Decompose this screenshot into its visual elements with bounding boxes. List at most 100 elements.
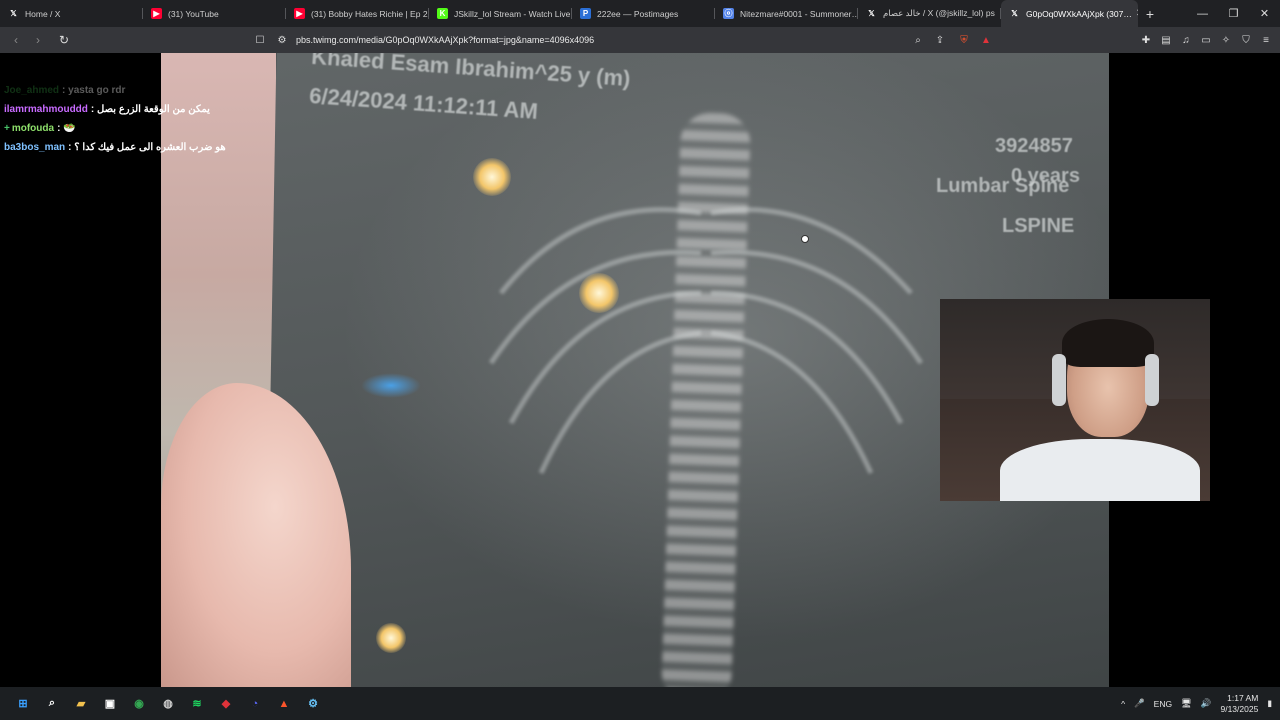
wallet-icon[interactable]: ▭ [1198,32,1214,48]
chat-username[interactable]: ilamrmahmouddd [4,104,88,115]
clock-date: 9/13/2025 [1220,703,1259,714]
chat-text: yasta go rdr [68,85,126,96]
brave-rewards-icon[interactable]: ▲ [978,32,994,48]
browser-tab[interactable]: K JSkillz_lol Stream - Watch Live… [429,0,572,27]
steam-icon[interactable]: ⚙ [302,693,324,715]
kick-icon: K [437,8,448,19]
new-tab-button[interactable]: + [1138,0,1162,27]
x-logo-icon: 𝕏 [10,9,17,18]
opgg-icon: ⓞ [723,8,734,19]
streamer-webcam [940,299,1210,501]
browser-tab[interactable]: 𝕏 Home / X [0,0,143,27]
film-code: LSPINE [1002,215,1075,237]
file-explorer-icon[interactable]: ▰ [70,693,92,715]
brave-shields-icon[interactable]: ⛨ [956,32,972,48]
app-red-icon[interactable]: ◆ [215,693,237,715]
headphone-right [1145,354,1159,406]
menu-icon[interactable]: ≡ [1258,32,1274,48]
start-icon[interactable]: ⊞ [12,693,34,715]
share-icon[interactable]: ⇪ [932,32,948,48]
browser-tab[interactable]: P 222ee — Postimages [572,0,715,27]
volume-icon[interactable]: 🔊 [1201,698,1212,709]
taskbar: ⊞ ⌕ ▰ ▣ ◉ ◍ ≋ ◆ ◔ ▲ ⚙ [0,687,1280,720]
toolbar-right: ✚ ▤ ♫ ▭ ✧ ⛉ ≡ [1138,32,1274,48]
youtube-icon: ▶ [294,8,305,19]
arrow-left-icon: ‹ [14,33,18,47]
url-text[interactable]: pbs.twimg.com/media/G0pOq0WXkAAjXpk?form… [296,35,594,45]
extensions-icon[interactable]: ✚ [1138,32,1154,48]
postimages-icon: P [580,8,591,19]
tab-title: (31) YouTube [168,8,219,19]
blue-reflection [361,373,421,398]
minimize-button[interactable]: — [1187,0,1218,27]
tab-title: Home / X [25,8,61,19]
chat-message: Joe_ahmed: yasta go rdr [4,81,264,100]
leo-ai-icon[interactable]: ✧ [1218,32,1234,48]
x-logo-icon: 𝕏 [868,9,875,18]
film-region: Lumbar Spine [936,175,1070,197]
x-logo-icon: 𝕏 [1011,9,1018,18]
search-icon[interactable]: ⌕ [41,693,63,715]
sidebar-icon[interactable]: ▤ [1158,32,1174,48]
headphone-left [1052,354,1066,406]
chat-badge-icon: + [4,123,10,134]
chat-username[interactable]: mofouda [12,123,54,134]
tab-title: JSkillz_lol Stream - Watch Live… [454,8,572,19]
site-info-icon[interactable]: ⚙ [274,32,290,48]
webcam-shirt [1000,439,1200,501]
spotify-icon[interactable]: ≋ [186,693,208,715]
ceiling-light-reflection [376,623,406,653]
zoom-icon[interactable]: ⌕ [910,32,926,48]
maximize-button[interactable]: ❐ [1218,0,1249,27]
bookmark-icon[interactable]: ☐ [252,32,268,48]
chat-message: ilamrmahmouddd: يمكن من الوقعة الزرع بصل [4,100,264,119]
forward-button[interactable]: › [28,30,48,50]
youtube-icon: ▶ [151,8,162,19]
notifications-icon[interactable]: ▮ [1267,698,1272,709]
discord-icon[interactable]: ◔ [244,693,266,715]
store-icon[interactable]: ▣ [99,693,121,715]
chat-text: 🥗 [63,123,76,134]
chat-username[interactable]: Joe_ahmed [4,85,59,96]
navigation-bar: ‹ › ↻ ☐ ⚙ pbs.twimg.com/media/G0pOq0WXkA… [0,27,1280,53]
browser-tab[interactable]: ▶ (31) YouTube [143,0,286,27]
language-indicator[interactable]: ENG [1154,699,1172,709]
browser-tab[interactable]: 𝕏 خالد عصام / X (@jskillz_lol) ps [858,0,1001,27]
back-button[interactable]: ‹ [6,30,26,50]
chat-text: يمكن من الوقعة الزرع بصل [97,104,210,115]
address-bar[interactable]: ☐ ⚙ pbs.twimg.com/media/G0pOq0WXkAAjXpk?… [252,29,997,51]
vpn-icon[interactable]: ⛉ [1238,32,1254,48]
arrow-right-icon: › [36,33,40,47]
chat-username[interactable]: ba3bos_man [4,142,65,153]
chat-message: ba3bos_man: هو ضرب العشره الى عمل فيك كد… [4,138,264,157]
chat-text: هو ضرب العشره الى عمل فيك كدا ؟ [74,142,226,153]
obs-icon[interactable]: ◍ [157,693,179,715]
chrome-icon[interactable]: ◉ [128,693,150,715]
media-icon[interactable]: ♫ [1178,32,1194,48]
tab-title: Nitezmare#0001 - Summoner… [740,8,858,19]
tab-title: خالد عصام / X (@jskillz_lol) ps [883,8,995,18]
network-icon[interactable]: 🖥 [1181,698,1192,709]
webcam-hair [1062,319,1154,367]
tab-title: 222ee — Postimages [597,8,679,19]
close-window-button[interactable]: ✕ [1249,0,1280,27]
browser-tab[interactable]: ▶ (31) Bobby Hates Richie | Ep 2… [286,0,429,27]
close-tab-icon[interactable]: ✕ [1132,8,1138,19]
browser-tab[interactable]: ⓞ Nitezmare#0001 - Summoner… [715,0,858,27]
reload-icon: ↻ [58,33,70,47]
microphone-icon[interactable]: 🎤 [1134,698,1145,709]
clock-time: 1:17 AM [1227,692,1259,703]
tab-title: G0pOq0WXkAAjXpk (307… [1026,8,1132,19]
brave-icon[interactable]: ▲ [273,693,295,715]
reload-button[interactable]: ↻ [54,30,74,50]
ribs-graphic [488,207,924,475]
tab-title: (31) Bobby Hates Richie | Ep 2… [311,8,429,19]
window-controls: — ❐ ✕ [1187,0,1280,27]
image-viewport: Khaled Esam Ibrahim^25 y (m) 6/24/2024 1… [0,53,1280,687]
tray-chevron-icon[interactable]: ^ [1121,699,1125,709]
system-tray: ^ 🎤 ENG 🖥 🔊 1:17 AM 9/13/2025 ▮ [1121,687,1272,720]
film-id: 3924857 [995,135,1073,157]
clock[interactable]: 1:17 AM 9/13/2025 [1220,693,1258,715]
browser-tab[interactable]: 𝕏 G0pOq0WXkAAjXpk (307…✕ [1001,0,1138,27]
ceiling-light-reflection [579,273,619,313]
